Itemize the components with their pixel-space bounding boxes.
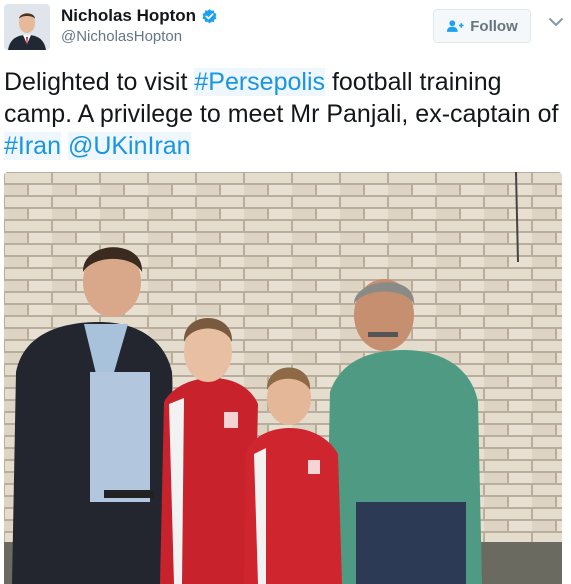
follow-button-label: Follow	[470, 17, 518, 35]
follow-button[interactable]: Follow	[433, 9, 531, 43]
user-avatar[interactable]	[4, 4, 50, 50]
tweet-text-segment	[61, 132, 68, 160]
mention-link[interactable]: @UKinIran	[67, 132, 191, 160]
user-handle[interactable]: @NicholasHopton	[61, 28, 182, 45]
tweet-photo[interactable]	[4, 172, 562, 584]
tweet-text: Delighted to visit #Persepolis football …	[4, 66, 564, 162]
tweet-header: Nicholas Hopton @NicholasHopton Follow	[0, 0, 571, 60]
display-name[interactable]: Nicholas Hopton	[61, 6, 196, 26]
hashtag-link[interactable]: #Persepolis	[194, 68, 326, 96]
avatar-image	[4, 4, 50, 50]
verified-badge-icon	[202, 8, 217, 23]
photo-image	[4, 172, 562, 584]
tweet-text-segment: Delighted to visit	[4, 68, 195, 96]
hashtag-link[interactable]: #Iran	[4, 132, 61, 160]
chevron-down-icon[interactable]	[548, 16, 564, 28]
add-user-icon	[447, 20, 464, 32]
